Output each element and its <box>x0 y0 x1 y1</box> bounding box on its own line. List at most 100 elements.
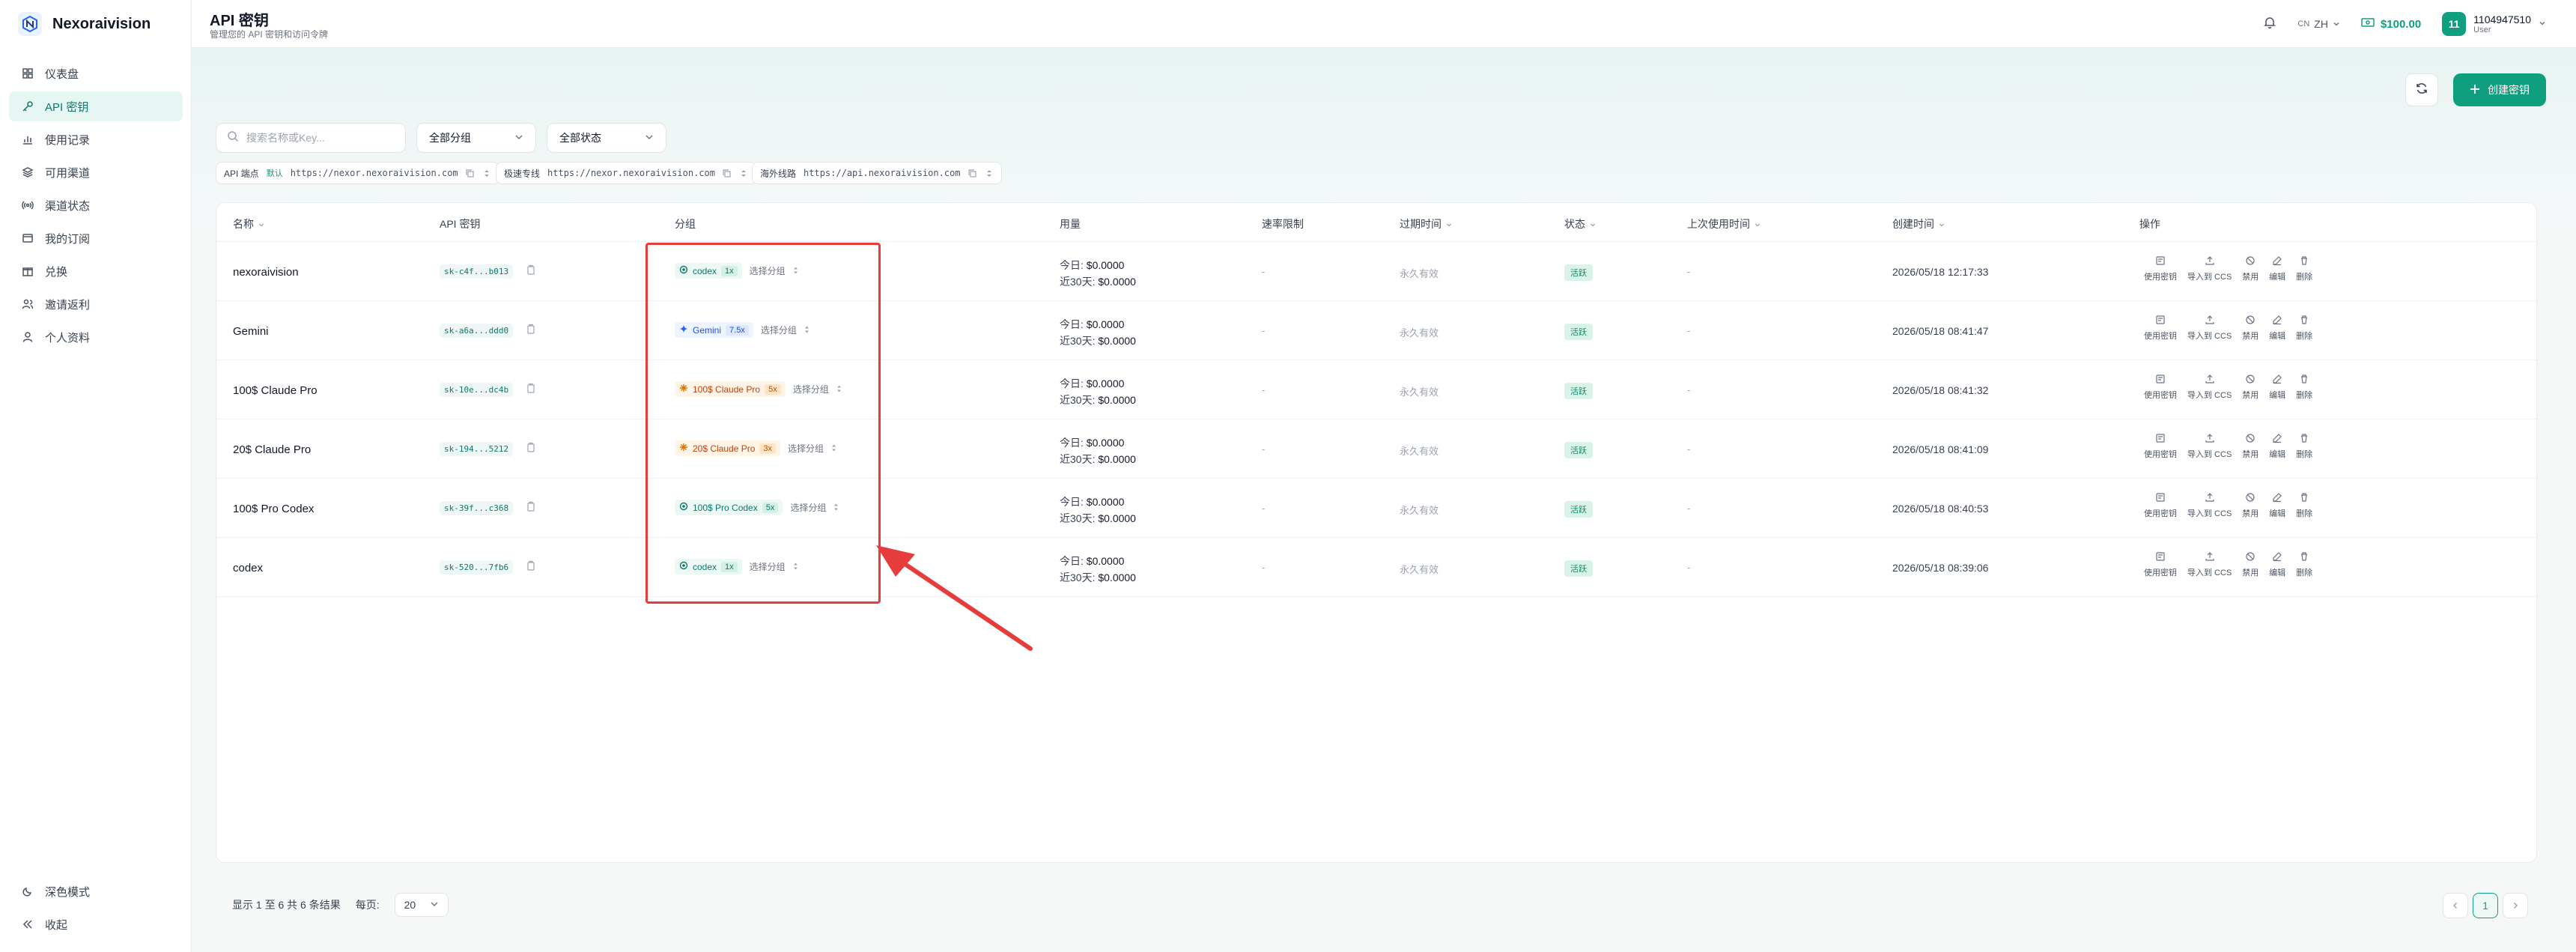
edit-button[interactable]: 编辑 <box>2269 374 2285 401</box>
sort-arrows-icon[interactable] <box>836 384 842 395</box>
group-badge: codex 1x <box>675 559 742 574</box>
sidebar-item-referral[interactable]: 邀请返利 <box>9 289 183 319</box>
choose-group-button[interactable]: 选择分组 <box>790 501 826 514</box>
delete-button[interactable]: 删除 <box>2296 551 2312 578</box>
search-input[interactable] <box>246 132 396 144</box>
choose-group-button[interactable]: 选择分组 <box>788 442 824 455</box>
gemini-icon <box>679 324 688 336</box>
choose-group-button[interactable]: 选择分组 <box>750 264 786 277</box>
collapse-sidebar-button[interactable]: 收起 <box>9 909 183 939</box>
copy-icon[interactable] <box>526 442 535 456</box>
choose-group-button[interactable]: 选择分组 <box>793 383 829 395</box>
column-header-created[interactable]: 创建时间 <box>1892 216 1945 231</box>
column-header-last-used[interactable]: 上次使用时间 <box>1687 216 1761 231</box>
disable-button[interactable]: 禁用 <box>2242 492 2258 519</box>
disable-button[interactable]: 禁用 <box>2242 315 2258 342</box>
sidebar-item-api-keys[interactable]: API 密钥 <box>9 91 183 121</box>
import-ccs-button[interactable]: 导入到 CCS <box>2187 492 2232 519</box>
copy-icon[interactable] <box>526 383 535 397</box>
endpoint-chip-default[interactable]: API 端点 默认 https://nexor.nexoraivision.co… <box>216 162 499 184</box>
endpoint-chip-overseas[interactable]: 海外线路 https://api.nexoraivision.com <box>752 162 1002 184</box>
more-icon[interactable] <box>482 169 491 178</box>
prev-page-button[interactable] <box>2443 893 2468 918</box>
next-page-button[interactable] <box>2503 893 2528 918</box>
status-badge: 活跃 <box>1564 560 1593 577</box>
sort-arrows-icon[interactable] <box>804 325 809 336</box>
sidebar-item-usage[interactable]: 使用记录 <box>9 124 183 154</box>
use-key-button[interactable]: 使用密钥 <box>2144 315 2177 342</box>
import-ccs-button[interactable]: 导入到 CCS <box>2187 551 2232 578</box>
import-ccs-button[interactable]: 导入到 CCS <box>2187 433 2232 460</box>
action-label: 导入到 CCS <box>2187 450 2232 459</box>
sidebar-item-channel-status[interactable]: 渠道状态 <box>9 190 183 220</box>
copy-icon[interactable] <box>526 324 535 338</box>
more-icon[interactable] <box>985 169 994 178</box>
edit-button[interactable]: 编辑 <box>2269 255 2285 282</box>
user-menu[interactable]: 11 1104947510 User <box>2442 12 2546 36</box>
disable-button[interactable]: 禁用 <box>2242 551 2258 578</box>
column-header-name[interactable]: 名称 <box>233 216 264 231</box>
disable-button[interactable]: 禁用 <box>2242 255 2258 282</box>
search-box[interactable] <box>216 123 406 153</box>
key-cell: sk-a6a...ddd0 <box>440 324 535 338</box>
copy-icon[interactable] <box>526 264 535 279</box>
usage-30d-value: $0.0000 <box>1098 453 1136 465</box>
edit-icon <box>2272 255 2282 268</box>
delete-button[interactable]: 删除 <box>2296 315 2312 342</box>
import-ccs-button[interactable]: 导入到 CCS <box>2187 374 2232 401</box>
sidebar-item-dashboard[interactable]: 仪表盘 <box>9 58 183 88</box>
trash-icon <box>2299 315 2309 327</box>
choose-group-button[interactable]: 选择分组 <box>761 324 797 336</box>
sort-arrows-icon[interactable] <box>793 562 798 572</box>
import-ccs-button[interactable]: 导入到 CCS <box>2187 255 2232 282</box>
refresh-button[interactable] <box>2405 73 2438 106</box>
use-key-button[interactable]: 使用密钥 <box>2144 433 2177 460</box>
sort-arrows-icon[interactable] <box>831 443 836 454</box>
copy-icon[interactable] <box>526 560 535 574</box>
use-key-button[interactable]: 使用密钥 <box>2144 551 2177 578</box>
import-ccs-button[interactable]: 导入到 CCS <box>2187 315 2232 342</box>
usage-30d-value: $0.0000 <box>1098 335 1136 347</box>
language-selector[interactable]: CN ZH <box>2297 18 2340 30</box>
use-key-button[interactable]: 使用密钥 <box>2144 374 2177 401</box>
column-header-expire[interactable]: 过期时间 <box>1400 216 1452 231</box>
delete-button[interactable]: 删除 <box>2296 433 2312 460</box>
group-filter-select[interactable]: 全部分组 <box>416 123 536 153</box>
sidebar-item-profile[interactable]: 个人资料 <box>9 322 183 352</box>
per-page-select[interactable]: 20 <box>394 893 449 917</box>
column-label: 速率限制 <box>1262 218 1304 230</box>
choose-group-button[interactable]: 选择分组 <box>750 560 786 573</box>
brand[interactable]: Nexoraivision <box>18 9 151 39</box>
use-key-button[interactable]: 使用密钥 <box>2144 255 2177 282</box>
delete-button[interactable]: 删除 <box>2296 255 2312 282</box>
sidebar-item-redeem[interactable]: 兑换 <box>9 256 183 286</box>
disable-button[interactable]: 禁用 <box>2242 433 2258 460</box>
status-filter-select[interactable]: 全部状态 <box>547 123 666 153</box>
dark-mode-toggle[interactable]: 深色模式 <box>9 876 183 906</box>
sort-arrows-icon[interactable] <box>833 503 839 513</box>
balance-display[interactable]: $100.00 <box>2361 17 2421 31</box>
upload-icon <box>2205 255 2215 268</box>
use-key-button[interactable]: 使用密钥 <box>2144 492 2177 519</box>
create-key-button[interactable]: 创建密钥 <box>2453 73 2546 106</box>
column-header-status[interactable]: 状态 <box>1564 216 1596 231</box>
sidebar-item-subscriptions[interactable]: 我的订阅 <box>9 223 183 253</box>
sort-arrows-icon[interactable] <box>793 266 798 276</box>
delete-button[interactable]: 删除 <box>2296 374 2312 401</box>
page-button-1[interactable]: 1 <box>2473 893 2498 918</box>
copy-icon[interactable] <box>526 501 535 515</box>
copy-icon[interactable] <box>968 169 977 178</box>
edit-button[interactable]: 编辑 <box>2269 433 2285 460</box>
bell-icon[interactable] <box>2263 16 2276 33</box>
sidebar-item-channels[interactable]: 可用渠道 <box>9 157 183 187</box>
api-key-value: sk-194...5212 <box>440 442 514 456</box>
more-icon[interactable] <box>739 169 748 178</box>
endpoint-chip-fast[interactable]: 极速专线 https://nexor.nexoraivision.com <box>496 162 756 184</box>
edit-button[interactable]: 编辑 <box>2269 551 2285 578</box>
copy-icon[interactable] <box>466 169 475 178</box>
edit-button[interactable]: 编辑 <box>2269 315 2285 342</box>
disable-button[interactable]: 禁用 <box>2242 374 2258 401</box>
copy-icon[interactable] <box>723 169 732 178</box>
edit-button[interactable]: 编辑 <box>2269 492 2285 519</box>
delete-button[interactable]: 删除 <box>2296 492 2312 519</box>
